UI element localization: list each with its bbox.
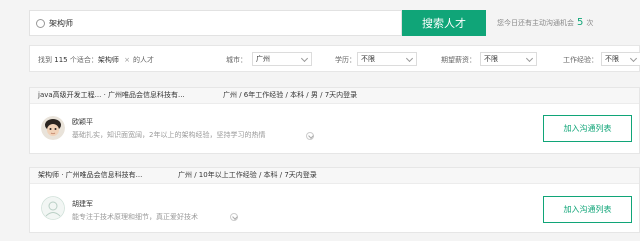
- expand-icon[interactable]: [230, 213, 238, 221]
- quota-prefix: 您今日还有主动沟通机会: [497, 19, 574, 27]
- candidate-header[interactable]: 架构师 · 广州唯品会信息科技有... 广州 / 10年以上工作经验 / 本科 …: [30, 168, 639, 184]
- candidate-meta: 广州 / 10年以上工作经验 / 本科 / 7天内登录: [178, 171, 317, 179]
- candidate-meta: 广州 / 6年工作经验 / 本科 / 男 / 7天内登录: [223, 91, 358, 99]
- candidate-card: 架构师 · 广州唯品会信息科技有... 广州 / 10年以上工作经验 / 本科 …: [29, 167, 640, 233]
- search-button[interactable]: 搜索人才: [402, 10, 486, 36]
- remove-keyword-icon[interactable]: ×: [124, 56, 130, 64]
- experience-value: 不限: [605, 55, 619, 63]
- found-mid: 个适合：: [69, 56, 98, 64]
- salary-select[interactable]: 不限: [480, 52, 537, 66]
- search-input[interactable]: [49, 13, 369, 33]
- found-prefix: 找到: [38, 56, 52, 64]
- candidate-job-title[interactable]: 架构师 · 广州唯品会信息科技有...: [38, 171, 142, 179]
- quota-suffix: 次: [586, 19, 594, 27]
- city-value: 广州: [256, 55, 270, 63]
- keyword-tag: 架构师: [97, 56, 119, 64]
- chevron-down-icon: [405, 54, 414, 63]
- search-box[interactable]: [29, 10, 402, 36]
- result-summary: 找到 115 个适合：架构师 × 的人才: [38, 55, 154, 65]
- education-label: 学历：: [335, 56, 356, 64]
- education-value: 不限: [361, 55, 375, 63]
- found-suffix: 的人才: [132, 56, 154, 64]
- contact-quota: 您今日还有主动沟通机会 5 次: [497, 17, 593, 28]
- search-row: 搜索人才 您今日还有主动沟通机会5次: [29, 10, 629, 36]
- candidate-description: 能专注于技术原理和细节，真正爱好技术: [72, 213, 198, 221]
- salary-label: 期望薪资：: [441, 56, 476, 64]
- candidate-description: 基础扎实，知识面宽阔，2年以上的架构经验，坚持学习的热情: [72, 131, 266, 139]
- add-to-contact-list-button[interactable]: 加入沟通列表: [543, 115, 632, 142]
- city-select[interactable]: 广州: [252, 52, 312, 66]
- candidate-name[interactable]: 欧颖平: [72, 117, 93, 127]
- education-select[interactable]: 不限: [357, 52, 417, 66]
- add-to-contact-list-button[interactable]: 加入沟通列表: [543, 196, 632, 223]
- avatar[interactable]: [41, 116, 65, 140]
- chevron-down-icon: [629, 54, 638, 63]
- chevron-down-icon: [300, 54, 309, 63]
- avatar[interactable]: [41, 196, 65, 220]
- search-icon: [36, 18, 45, 28]
- found-count: 115: [54, 56, 68, 64]
- chevron-down-icon: [525, 54, 534, 63]
- candidate-header[interactable]: java高级开发工程... · 广州唯品会信息科技有... 广州 / 6年工作经…: [30, 88, 639, 104]
- city-label: 城市：: [226, 56, 247, 64]
- candidate-job-title[interactable]: java高级开发工程... · 广州唯品会信息科技有...: [38, 91, 185, 99]
- candidate-card: java高级开发工程... · 广州唯品会信息科技有... 广州 / 6年工作经…: [29, 87, 640, 154]
- salary-value: 不限: [484, 55, 498, 63]
- filter-bar: 找到 115 个适合：架构师 × 的人才 城市： 广州 学历： 不限 期望薪资： …: [29, 45, 640, 72]
- quota-count: 5: [577, 17, 584, 28]
- expand-icon[interactable]: [306, 132, 314, 140]
- experience-label: 工作经验：: [563, 56, 598, 64]
- experience-select[interactable]: 不限: [601, 52, 640, 66]
- candidate-name[interactable]: 胡建军: [72, 199, 93, 209]
